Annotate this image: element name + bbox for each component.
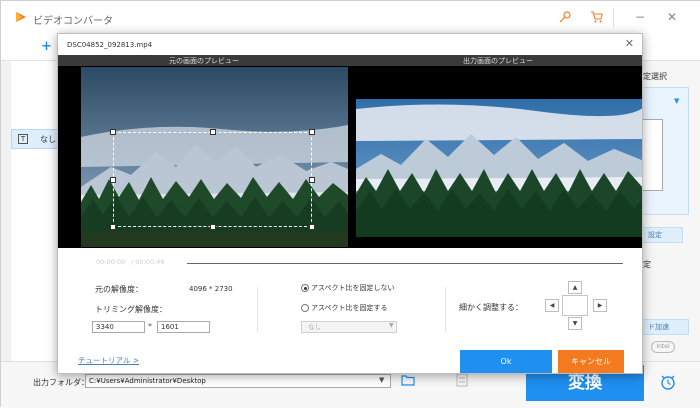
- cancel-button[interactable]: キャンセル: [558, 350, 624, 373]
- chevron-down-icon: ▼: [389, 322, 394, 329]
- crop-handle-bottom-left[interactable]: [110, 224, 116, 230]
- aspect-free-radio[interactable]: [301, 284, 309, 292]
- dimension-separator: *: [148, 322, 152, 331]
- aspect-ratio-select[interactable]: なし: [301, 321, 397, 333]
- seek-bar[interactable]: [183, 263, 623, 264]
- hw-accel-label: ド加速: [641, 319, 689, 335]
- close-window-icon[interactable]: ✕: [665, 10, 679, 24]
- crop-handle-bottom-right[interactable]: [309, 224, 315, 230]
- tutorial-link[interactable]: チュートリアル >: [78, 355, 139, 366]
- total-time: / 00:00:48: [131, 258, 165, 266]
- cart-icon[interactable]: [590, 10, 604, 24]
- text-icon: T: [18, 134, 28, 144]
- chevron-down-icon[interactable]: ▼: [674, 97, 679, 105]
- aspect-free-label[interactable]: アスペクト比を固定しない: [311, 283, 395, 293]
- merge-icon[interactable]: [456, 373, 468, 387]
- play-button[interactable]: [68, 254, 82, 268]
- nudge-center: [562, 295, 588, 316]
- trim-resolution-label: トリミング解像度：: [95, 305, 167, 314]
- folder-icon[interactable]: [401, 374, 415, 386]
- nudge-left-icon[interactable]: ◀: [545, 299, 559, 312]
- crop-handle-bottom[interactable]: [210, 224, 216, 230]
- close-icon[interactable]: ✕: [625, 37, 634, 50]
- output-preview-label: 出力画面のプレビュー: [463, 57, 533, 65]
- app-logo-icon: [16, 12, 26, 22]
- trim-height-input[interactable]: 1601: [157, 321, 210, 333]
- subtitle-value: なし: [40, 135, 56, 144]
- aspect-fixed-radio[interactable]: [301, 304, 309, 312]
- device-thumbnail-icon: [641, 119, 663, 191]
- original-resolution-label: 元の解像度：: [95, 285, 143, 294]
- minimize-icon[interactable]: −: [633, 10, 647, 24]
- crop-handle-right[interactable]: [309, 177, 315, 183]
- nudge-right-icon[interactable]: ▶: [593, 299, 607, 312]
- output-folder-field[interactable]: C:¥Users¥Administrator¥Desktop: [85, 374, 391, 388]
- original-preview-label: 元の画面のプレビュー: [169, 57, 239, 65]
- file-list-area: [11, 61, 59, 361]
- fine-adjust-pad: ▲ ◀ ▶ ▼: [545, 281, 607, 330]
- crop-handle-top-right[interactable]: [309, 129, 315, 135]
- ok-button[interactable]: Ok: [460, 350, 552, 373]
- nudge-up-icon[interactable]: ▲: [568, 281, 582, 294]
- right-panel-label: 定: [643, 260, 651, 269]
- app-title: ビデオコンバータ: [33, 16, 113, 27]
- settings-button[interactable]: 設定: [641, 227, 683, 243]
- crop-dialog: DSC04852_092813.mp4 ✕ 元の画面のプレビュー 出力画面のプレ…: [57, 33, 643, 374]
- original-resolution-value: 4096 * 2730: [189, 285, 233, 293]
- chevron-down-icon[interactable]: ▼: [379, 376, 384, 384]
- add-file-icon[interactable]: +: [41, 39, 52, 54]
- key-icon[interactable]: [558, 10, 572, 24]
- seek-handle[interactable]: [180, 260, 187, 267]
- crop-handle-top-left[interactable]: [110, 129, 116, 135]
- intel-badge[interactable]: Intel: [651, 341, 675, 353]
- trim-width-input[interactable]: 3340: [92, 321, 145, 333]
- current-time: 00:00:00: [96, 258, 126, 266]
- divider: [257, 287, 258, 332]
- format-select-label: 定選択: [643, 72, 667, 81]
- output-preview-image: [356, 99, 642, 237]
- output-folder-label: 出力フォルダ：: [33, 378, 89, 387]
- dialog-title: DSC04852_092813.mp4: [67, 41, 153, 49]
- preview-area: 元の画面のプレビュー 出力画面のプレビュー 00:00:00 / 00:00:4…: [58, 55, 642, 268]
- nudge-down-icon[interactable]: ▼: [568, 317, 582, 330]
- crop-selection-box[interactable]: [110, 129, 315, 230]
- crop-handle-left[interactable]: [110, 177, 116, 183]
- fine-adjust-label: 細かく調整する：: [459, 303, 523, 312]
- alarm-clock-icon[interactable]: [659, 373, 677, 391]
- titlebar-divider: [613, 9, 614, 27]
- preview-header: 元の画面のプレビュー 出力画面のプレビュー: [58, 55, 642, 66]
- aspect-fixed-label[interactable]: アスペクト比を固定する: [311, 303, 388, 313]
- title-bar: ビデオコンバータ − ✕: [1, 1, 700, 34]
- crop-handle-top[interactable]: [210, 129, 216, 135]
- divider: [445, 287, 446, 332]
